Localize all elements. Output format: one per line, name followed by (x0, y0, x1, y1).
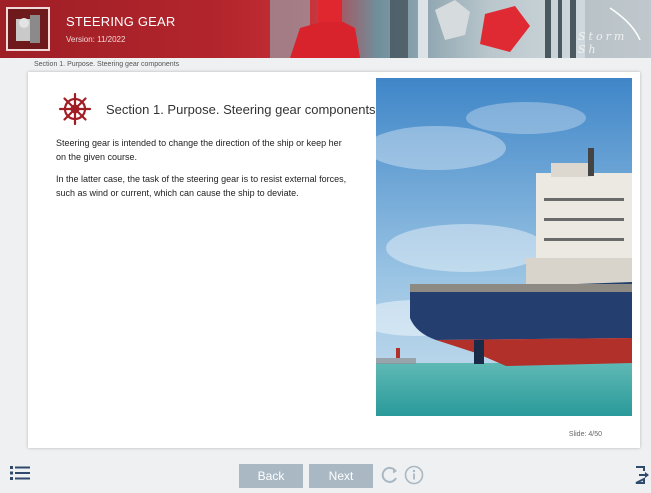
menu-list-icon[interactable] (10, 464, 32, 482)
section-body: Steering gear is intended to change the … (56, 136, 352, 208)
course-thumbnail (6, 7, 50, 51)
paragraph-1: Steering gear is intended to change the … (56, 138, 342, 162)
refresh-icon[interactable] (380, 465, 400, 485)
slide-counter: Slide: 4/50 (568, 431, 602, 438)
course-title: STEERING GEAR (66, 14, 176, 29)
course-version: Version: 11/2022 (66, 35, 126, 44)
paragraph-2: In the latter case, the task of the stee… (56, 174, 347, 198)
section-heading: Section 1. Purpose. Steering gear compon… (106, 101, 376, 117)
section-heading-row: Section 1. Purpose. Steering gear compon… (58, 92, 376, 126)
ship-photo (376, 78, 632, 416)
ship-wheel-icon (58, 92, 92, 126)
back-button[interactable]: Back (239, 464, 303, 488)
header-signature: Storm Sh (578, 30, 628, 56)
content-card: Section 1. Purpose. Steering gear compon… (28, 72, 640, 448)
header-banner: STEERING GEAR Version: 11/2022 Storm Sh (0, 0, 651, 58)
breadcrumb: Section 1. Purpose. Steering gear compon… (34, 61, 180, 68)
info-icon[interactable] (404, 465, 424, 485)
next-button[interactable]: Next (309, 464, 373, 488)
exit-icon[interactable] (634, 466, 650, 484)
